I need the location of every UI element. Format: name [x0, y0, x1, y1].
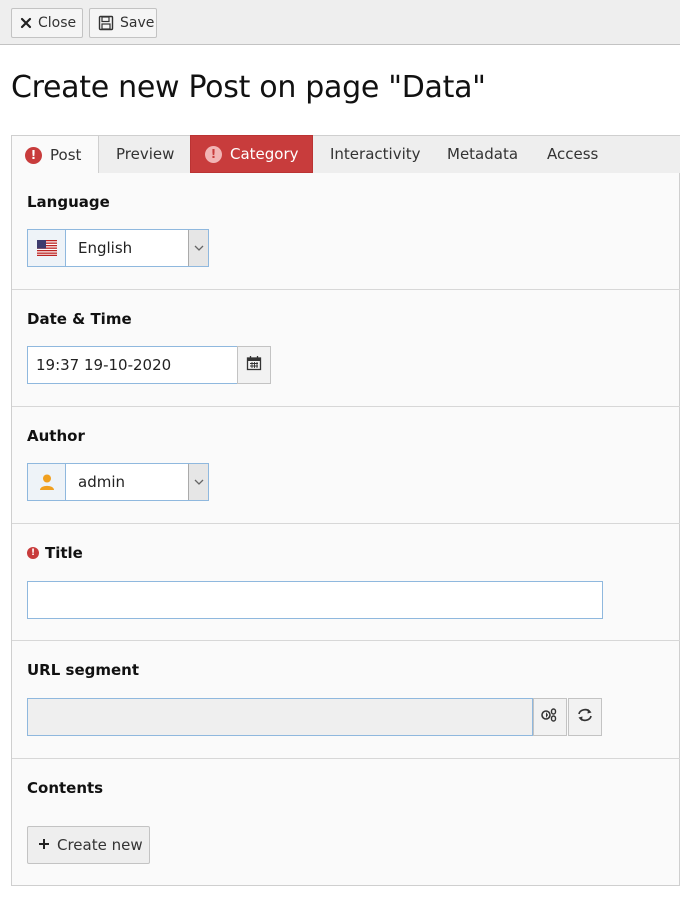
save-icon — [98, 15, 114, 31]
us-flag-icon — [28, 230, 66, 266]
url-segment-input[interactable] — [27, 698, 533, 736]
tab-label: Interactivity — [330, 145, 421, 163]
url-label: URL segment — [27, 661, 140, 679]
close-button[interactable]: Close — [11, 8, 83, 38]
author-select[interactable]: admin — [27, 463, 209, 501]
tab-bar: ! Post Preview ! Category Interactivity … — [11, 135, 680, 174]
chevron-down-icon[interactable] — [188, 464, 208, 500]
close-icon — [20, 15, 32, 31]
toolbar: Close Save — [0, 0, 680, 45]
tab-post[interactable]: ! Post — [11, 135, 99, 174]
title-input[interactable] — [27, 581, 603, 619]
error-icon: ! — [25, 146, 42, 164]
create-new-button[interactable]: Create new — [27, 826, 150, 864]
tab-interactivity[interactable]: Interactivity — [330, 135, 421, 173]
plus-icon — [38, 836, 50, 854]
page-title: Create new Post on page "Data" — [11, 70, 486, 105]
form-panel: Language English Date & Time 19:37 19-10… — [11, 173, 680, 886]
contents-label: Contents — [27, 779, 104, 797]
tab-label: Preview — [116, 145, 175, 163]
error-icon: ! — [205, 145, 222, 163]
author-section: Author admin — [12, 407, 680, 524]
tab-preview[interactable]: Preview — [116, 135, 174, 173]
tab-metadata[interactable]: Metadata — [447, 135, 518, 173]
calendar-button[interactable] — [237, 346, 271, 384]
create-new-label: Create new — [57, 836, 143, 854]
tab-label: Post — [50, 146, 82, 164]
url-section: URL segment — [12, 641, 680, 759]
author-value: admin — [78, 473, 125, 491]
save-button[interactable]: Save — [89, 8, 157, 38]
error-icon: ! — [27, 547, 39, 559]
title-label: Title — [45, 544, 83, 562]
language-section: Language English — [12, 173, 680, 290]
title-section: ! Title — [12, 524, 680, 641]
refresh-icon — [576, 707, 594, 727]
datetime-input[interactable]: 19:37 19-10-2020 — [27, 346, 238, 384]
chevron-down-icon[interactable] — [188, 230, 208, 266]
user-icon — [28, 464, 66, 500]
calendar-icon — [246, 355, 262, 375]
language-label: Language — [27, 193, 110, 211]
toggle-slug-button[interactable] — [533, 698, 567, 736]
recreate-slug-button[interactable] — [568, 698, 602, 736]
tab-label: Category — [230, 145, 299, 163]
language-select[interactable]: English — [27, 229, 209, 267]
language-value: English — [78, 239, 133, 257]
tab-label: Metadata — [447, 145, 519, 163]
tab-category[interactable]: ! Category — [190, 135, 313, 173]
tab-access[interactable]: Access — [547, 135, 598, 173]
title-label-row: ! Title — [27, 544, 83, 562]
tab-label: Access — [547, 145, 599, 163]
close-label: Close — [38, 15, 77, 31]
author-label: Author — [27, 427, 85, 445]
datetime-section: Date & Time 19:37 19-10-2020 — [12, 290, 680, 407]
chain-toggle-icon — [541, 707, 559, 727]
save-label: Save — [120, 15, 155, 31]
datetime-label: Date & Time — [27, 310, 132, 328]
